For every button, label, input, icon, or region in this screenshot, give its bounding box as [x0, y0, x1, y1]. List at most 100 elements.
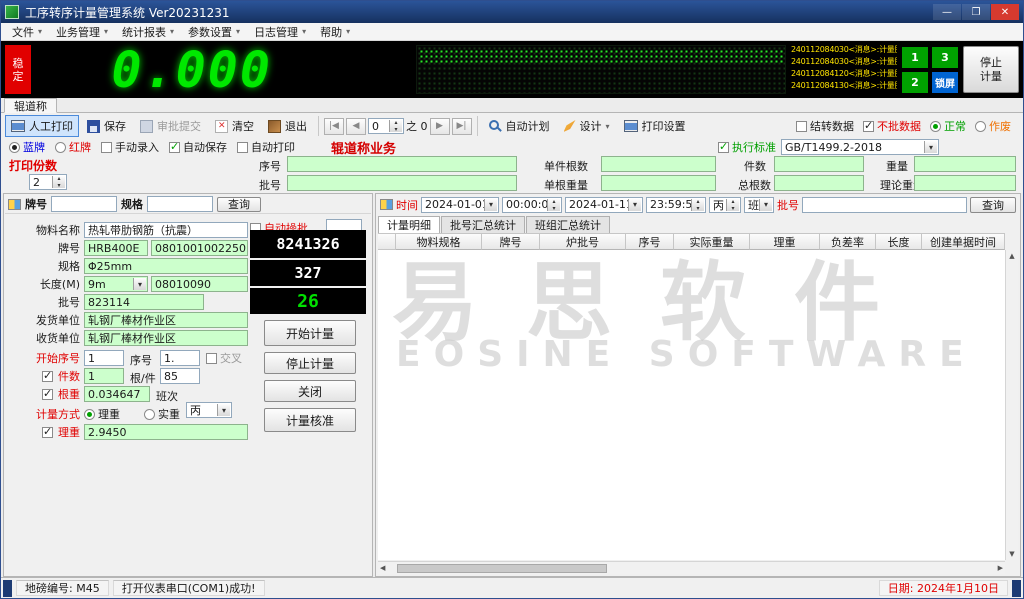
menu-item[interactable]: 业务管理 [49, 23, 115, 40]
manual-print-button[interactable]: 人工打印 [5, 115, 79, 137]
blue-card-radio[interactable]: 蓝牌 [9, 139, 45, 155]
records-grid[interactable]: 易思软件 EOSINE SOFTWARE [378, 250, 1005, 560]
length-combobox[interactable]: 9m [84, 276, 148, 292]
start-seq-field[interactable]: 1 [84, 350, 124, 366]
menu-item[interactable]: 日志管理 [247, 23, 313, 40]
menu-item[interactable]: 文件 [5, 23, 49, 40]
rod-unit-weight-field[interactable]: 0.034647 [84, 386, 150, 402]
auto-print-checkbox[interactable]: 自动打印 [237, 139, 295, 155]
pieces-count-field[interactable]: 1 [84, 368, 124, 384]
manual-entry-checkbox[interactable]: 手动录入 [101, 139, 159, 155]
receiver-field[interactable]: 轧钢厂棒材作业区 [84, 330, 248, 346]
sender-field[interactable]: 轧钢厂棒材作业区 [84, 312, 248, 328]
submit-approval-button[interactable]: 审批提交 [134, 115, 207, 137]
design-button[interactable]: 设计▾ [558, 115, 616, 137]
theory-weight-check-label[interactable]: 理重 [4, 424, 80, 440]
column-header[interactable]: 负差率 [820, 233, 876, 250]
red-card-radio[interactable]: 红牌 [55, 139, 91, 155]
auto-save-checkbox[interactable]: 自动保存 [169, 139, 227, 155]
column-header[interactable]: 序号 [626, 233, 674, 250]
shift-combobox[interactable]: 丙 [186, 402, 232, 418]
theory-weight-field[interactable] [914, 175, 1016, 191]
column-header[interactable]: 理重 [750, 233, 820, 250]
material-name-field[interactable]: 热轧带肋钢筋（抗震） [84, 222, 248, 238]
record-prev-button[interactable]: ◀ [346, 118, 366, 135]
spec-filter-input[interactable] [147, 196, 213, 212]
scroll-down-icon[interactable]: ▼ [1009, 550, 1014, 558]
save-button[interactable]: 保存 [81, 115, 132, 137]
shift-unit-combobox[interactable]: 班 [744, 197, 774, 213]
batch-filter-input[interactable] [802, 197, 967, 213]
rods-per-piece-field[interactable]: 85 [160, 368, 200, 384]
carry-data-checkbox[interactable]: 结转数据 [796, 118, 854, 134]
vertical-scrollbar[interactable]: ▲▼ [1005, 250, 1018, 560]
record-tab[interactable]: 批号汇总统计 [441, 216, 525, 233]
normal-radio[interactable]: 正常 [930, 118, 966, 134]
column-header[interactable]: 物料规格 [396, 233, 482, 250]
mode-actual-radio[interactable]: 实重 [144, 406, 180, 422]
pieces-field[interactable] [774, 156, 864, 172]
exit-button[interactable]: 退出 [262, 115, 313, 137]
minimize-button[interactable]: — [933, 4, 961, 20]
tab-roller-scale[interactable]: 辊道称 [4, 98, 57, 113]
batch-field[interactable] [287, 175, 517, 191]
clear-button[interactable]: 清空 [209, 115, 260, 137]
total-rods-field[interactable] [774, 175, 864, 191]
pieces-count-label[interactable]: 件数 [4, 368, 80, 384]
rod-unit-weight-label[interactable]: 根重 [4, 386, 80, 402]
standard-checkbox[interactable]: 执行标准 [718, 139, 776, 155]
date-from-picker[interactable]: 2024-01-01 [421, 197, 499, 213]
scrollbar-thumb[interactable] [397, 564, 607, 573]
maximize-button[interactable]: ❐ [962, 4, 990, 20]
record-last-button[interactable]: ▶| [452, 118, 472, 135]
pieces-per-field[interactable] [601, 156, 716, 172]
theory-weight-value-field[interactable]: 2.9450 [84, 424, 248, 440]
stop-measure-button[interactable]: 停止计量 [963, 46, 1019, 93]
standard-combobox[interactable]: GB/T1499.2-2018 [781, 139, 939, 155]
seq2-field[interactable]: 1. [160, 350, 200, 366]
brand-filter-input[interactable] [51, 196, 117, 212]
close-button[interactable]: ✕ [991, 4, 1019, 20]
measure-verify-button[interactable]: 计量核准 [264, 408, 356, 432]
weight-field[interactable] [914, 156, 1016, 172]
date-to-picker[interactable]: 2024-01-11 [565, 197, 643, 213]
lock-screen-button[interactable]: 锁屏 [932, 72, 958, 93]
shift-filter-spinner[interactable]: 丙 [709, 197, 741, 213]
stop-measure-side-button[interactable]: 停止计量 [264, 352, 356, 374]
scroll-up-icon[interactable]: ▲ [1009, 252, 1014, 260]
column-header[interactable]: 长度 [876, 233, 922, 250]
auto-plan-button[interactable]: 自动计划 [483, 115, 556, 137]
void-radio[interactable]: 作废 [975, 118, 1011, 134]
no-batch-checkbox[interactable]: 不批数据 [863, 118, 921, 134]
record-tab[interactable]: 计量明细 [378, 216, 440, 233]
brand-code-field[interactable]: 0801001002250 [151, 240, 248, 256]
length-code-field[interactable]: 08010090 [151, 276, 248, 292]
seq-field[interactable] [287, 156, 517, 172]
print-copies-spinner[interactable]: 2 [29, 174, 67, 190]
time-to-spinner[interactable]: 23:59:59 [646, 197, 706, 213]
rod-weight-field[interactable] [601, 175, 716, 191]
scroll-right-icon[interactable]: ▶ [998, 564, 1003, 572]
cross-checkbox[interactable]: 交叉 [206, 350, 242, 366]
record-next-button[interactable]: ▶ [430, 118, 450, 135]
spec-field[interactable]: Φ25mm [84, 258, 248, 274]
batch-no-field[interactable]: 823114 [84, 294, 204, 310]
brand-field[interactable]: HRB400E [84, 240, 148, 256]
menu-item[interactable]: 帮助 [313, 23, 357, 40]
mode-theory-radio[interactable]: 理重 [84, 406, 120, 422]
record-number-spinner[interactable]: 0 [368, 118, 404, 134]
material-query-button[interactable]: 查询 [217, 197, 261, 212]
column-header[interactable]: 实际重量 [674, 233, 750, 250]
close-panel-button[interactable]: 关闭 [264, 380, 356, 402]
record-tab[interactable]: 班组汇总统计 [526, 216, 610, 233]
column-header[interactable]: 创建单据时间 [922, 233, 1005, 250]
record-query-button[interactable]: 查询 [970, 197, 1016, 213]
menu-item[interactable]: 参数设置 [181, 23, 247, 40]
menu-item[interactable]: 统计报表 [115, 23, 181, 40]
time-from-spinner[interactable]: 00:00:00 [502, 197, 562, 213]
print-setup-button[interactable]: 打印设置 [618, 115, 692, 137]
record-first-button[interactable]: |◀ [324, 118, 344, 135]
scroll-left-icon[interactable]: ◀ [380, 564, 385, 572]
start-measure-button[interactable]: 开始计量 [264, 320, 356, 346]
column-header[interactable]: 牌号 [482, 233, 540, 250]
